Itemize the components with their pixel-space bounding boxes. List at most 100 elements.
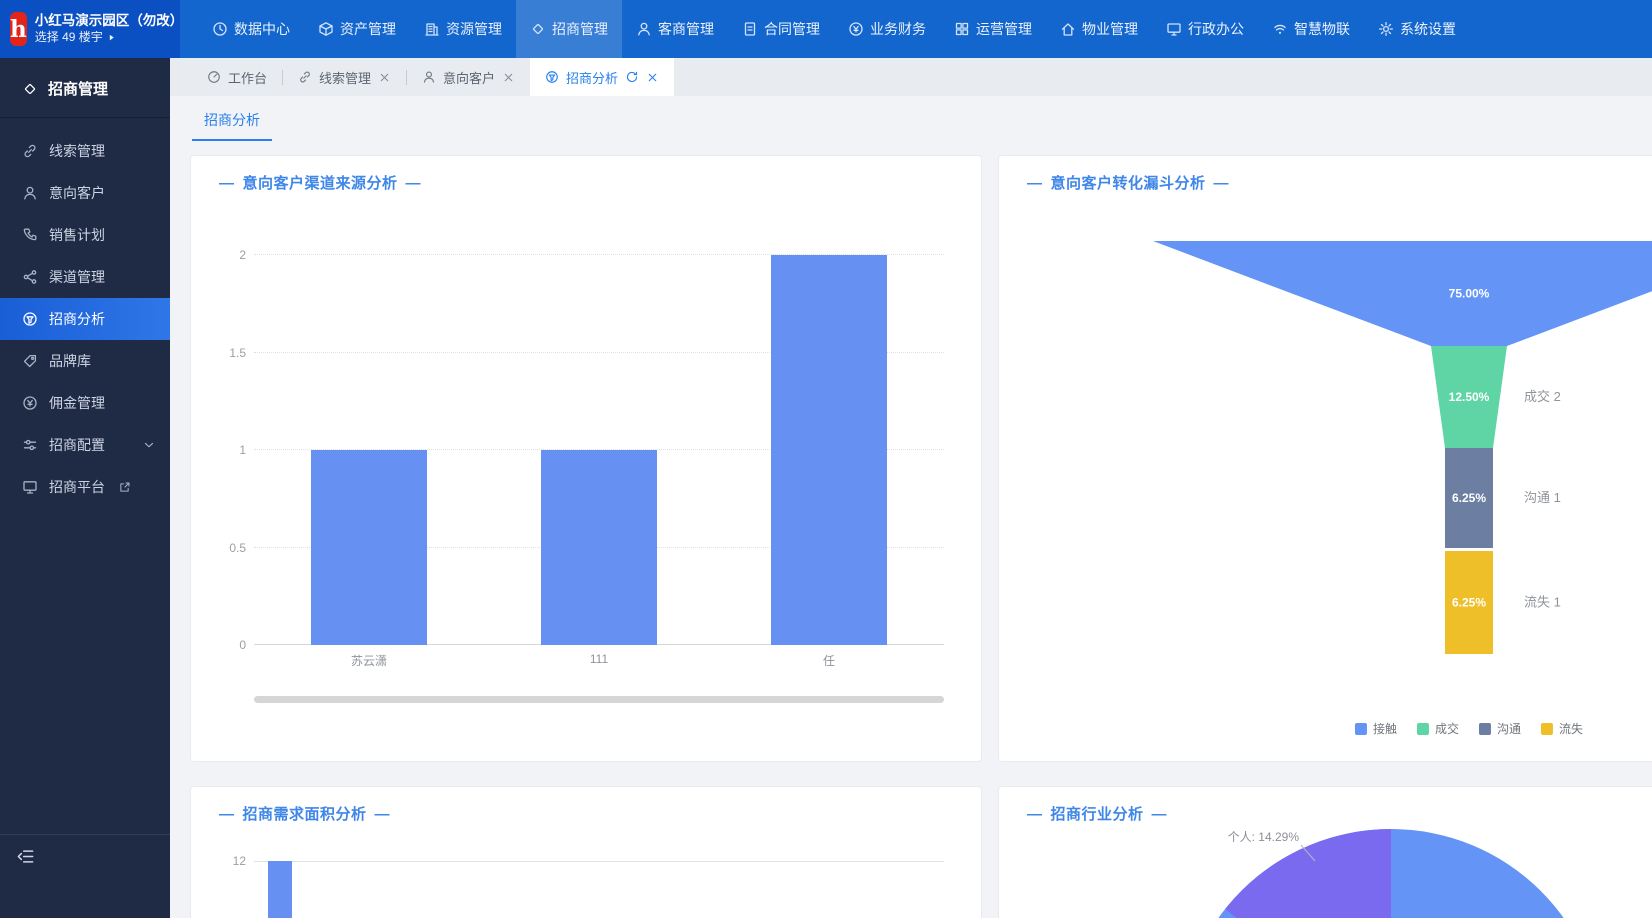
sidebar-item-leads-mgmt[interactable]: 线索管理 xyxy=(0,130,170,172)
sidebar-item-investment-analysis[interactable]: 招商分析 xyxy=(0,298,170,340)
nav-item-smart-iot[interactable]: 智慧物联 xyxy=(1258,0,1364,58)
funnel-stage-接触 xyxy=(1153,241,1652,346)
nav-item-business-finance[interactable]: 业务财务 xyxy=(834,0,940,58)
tab-intent-customers[interactable]: 意向客户 xyxy=(407,58,530,96)
refresh-tab-icon[interactable] xyxy=(625,70,639,84)
nav-item-investment-mgmt[interactable]: 招商管理 xyxy=(516,0,622,58)
tag-icon xyxy=(22,353,38,369)
grid-icon xyxy=(954,21,970,37)
sidebar-item-investment-platform[interactable]: 招商平台 xyxy=(0,466,170,508)
card-area-demand-analysis: —招商需求面积分析— 12 xyxy=(190,786,982,918)
brand-logo-icon[interactable]: h xyxy=(10,12,27,46)
nav-item-operation-mgmt[interactable]: 运营管理 xyxy=(940,0,1046,58)
building-selector[interactable]: 选择 49 楼宇 xyxy=(35,30,184,45)
bar-苏云潇 xyxy=(311,450,427,645)
sidebar-item-brand-library[interactable]: 品牌库 xyxy=(0,340,170,382)
x-axis-label: 苏云潇 xyxy=(351,652,387,669)
chart-horizontal-scrollbar[interactable] xyxy=(254,696,944,703)
sidebar-item-commission-mgmt[interactable]: 佣金管理 xyxy=(0,382,170,424)
funnel-side-label: 流失 1 xyxy=(1524,595,1561,610)
funnel-side-label: 沟通 1 xyxy=(1524,490,1561,505)
monitor-icon xyxy=(1166,21,1182,37)
funnel-icon xyxy=(545,70,559,84)
legend-item-流失[interactable]: 流失 xyxy=(1541,720,1583,737)
page-tabs: 招商分析 xyxy=(170,96,1652,142)
legend-swatch-icon xyxy=(1541,723,1553,735)
user-icon xyxy=(22,185,38,201)
diamond-icon xyxy=(22,81,38,97)
home-icon xyxy=(1060,21,1076,37)
card-conversion-funnel-analysis: —意向客户转化漏斗分析— 75.00%12.50%成交 26.25%沟通 16.… xyxy=(998,155,1652,762)
legend-swatch-icon xyxy=(1355,723,1367,735)
funnel-legend: 接触 成交 沟通 流失 xyxy=(1355,720,1583,737)
funnel-percent-label: 12.50% xyxy=(1449,390,1490,404)
phone-icon xyxy=(22,227,38,243)
bar xyxy=(268,861,292,918)
x-axis-label: 111 xyxy=(590,652,608,666)
legend-item-接触[interactable]: 接触 xyxy=(1355,720,1397,737)
collapse-sidebar-icon[interactable] xyxy=(16,847,35,866)
y-axis-tick: 1.5 xyxy=(229,346,246,360)
legend-item-沟通[interactable]: 沟通 xyxy=(1479,720,1521,737)
tab-investment-analysis[interactable]: 招商分析 xyxy=(192,102,272,141)
close-tab-icon[interactable] xyxy=(646,71,659,84)
nav-item-merchant-mgmt[interactable]: 客商管理 xyxy=(622,0,728,58)
share-icon xyxy=(22,269,38,285)
open-tabs-bar: 工作台 线索管理 意向客户 招商分析 xyxy=(170,58,1652,96)
y-axis-tick: 2 xyxy=(239,248,246,262)
card-industry-analysis: —招商行业分析— 个人: 14.29% xyxy=(998,786,1652,918)
nav-item-admin-office[interactable]: 行政办公 xyxy=(1152,0,1258,58)
legend-swatch-icon xyxy=(1417,723,1429,735)
sidebar-item-investment-config[interactable]: 招商配置 xyxy=(0,424,170,466)
logo-block: h 小红马演示园区（勿改） 选择 49 楼宇 xyxy=(0,0,180,58)
mini-bar-chart-plot: 12 xyxy=(254,787,944,918)
tab-workbench[interactable]: 工作台 xyxy=(192,58,282,96)
platform-icon xyxy=(22,479,38,495)
legend-swatch-icon xyxy=(1479,723,1491,735)
pie-callout-label: 个人: 14.29% xyxy=(1228,830,1300,844)
sliders-icon xyxy=(22,437,38,453)
legend-item-成交[interactable]: 成交 xyxy=(1417,720,1459,737)
sidebar-footer xyxy=(0,834,170,918)
sidebar-title: 招商管理 xyxy=(0,58,170,118)
y-axis-tick: 1 xyxy=(239,443,246,457)
funnel-side-label: 成交 2 xyxy=(1524,389,1561,404)
diamond-icon xyxy=(530,21,546,37)
card-title: —意向客户渠道来源分析— xyxy=(211,172,429,193)
topbar: h 小红马演示园区（勿改） 选择 49 楼宇 数据中心 资产管理 资源管理 招商… xyxy=(0,0,1652,58)
user-icon xyxy=(636,21,652,37)
funnel-icon xyxy=(22,311,38,327)
nav-item-data-center[interactable]: 数据中心 xyxy=(198,0,304,58)
bar-任 xyxy=(771,255,887,645)
org-name: 小红马演示园区（勿改） xyxy=(35,13,184,30)
bar-chart-plot: 00.511.52苏云潇111任 xyxy=(254,255,944,645)
card-channel-source-analysis: —意向客户渠道来源分析— 00.511.52苏云潇111任 xyxy=(190,155,982,762)
clock-icon xyxy=(212,21,228,37)
nav-item-resource-mgmt[interactable]: 资源管理 xyxy=(410,0,516,58)
close-tab-icon[interactable] xyxy=(502,71,515,84)
iot-icon xyxy=(1272,21,1288,37)
sidebar-menu: 线索管理 意向客户 销售计划 渠道管理 招商分析 xyxy=(0,118,170,508)
tab-leads-mgmt[interactable]: 线索管理 xyxy=(283,58,406,96)
funnel-percent-label: 6.25% xyxy=(1452,491,1486,505)
funnel-chart: 75.00%12.50%成交 26.25%沟通 16.25%流失 1 xyxy=(999,156,1652,762)
link-icon xyxy=(22,143,38,159)
coin-icon xyxy=(848,21,864,37)
sidebar-item-sales-plan[interactable]: 销售计划 xyxy=(0,214,170,256)
close-tab-icon[interactable] xyxy=(378,71,391,84)
gridline xyxy=(254,861,944,862)
y-axis-tick: 0 xyxy=(239,638,246,652)
x-axis-label: 任 xyxy=(823,652,835,669)
org-info: 小红马演示园区（勿改） 选择 49 楼宇 xyxy=(35,13,184,45)
nav-item-contract-mgmt[interactable]: 合同管理 xyxy=(728,0,834,58)
link-icon xyxy=(298,70,312,84)
sidebar-item-intent-customers[interactable]: 意向客户 xyxy=(0,172,170,214)
nav-item-asset-mgmt[interactable]: 资产管理 xyxy=(304,0,410,58)
caret-right-icon xyxy=(107,33,116,42)
sidebar-item-channel-mgmt[interactable]: 渠道管理 xyxy=(0,256,170,298)
building-icon xyxy=(424,21,440,37)
nav-item-property-mgmt[interactable]: 物业管理 xyxy=(1046,0,1152,58)
dashboard-icon xyxy=(207,70,221,84)
nav-item-system-settings[interactable]: 系统设置 xyxy=(1364,0,1470,58)
tab-investment-analysis[interactable]: 招商分析 xyxy=(530,58,674,96)
